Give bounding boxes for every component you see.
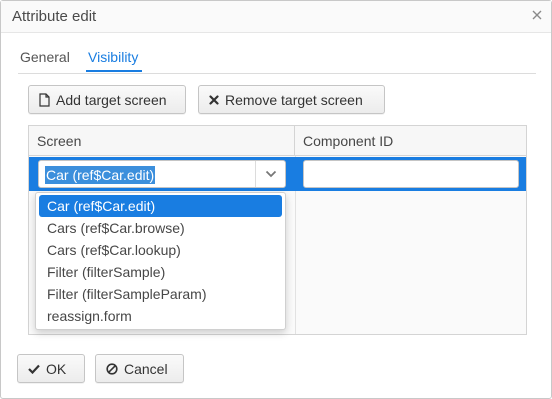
document-icon (39, 92, 50, 107)
dialog-title: Attribute edit (12, 8, 97, 25)
check-icon (28, 364, 40, 374)
table-row[interactable]: Car (ref$Car.edit) (29, 157, 526, 191)
column-header-screen[interactable]: Screen (29, 126, 295, 156)
dropdown-option[interactable]: Filter (filterSampleParam) (39, 283, 282, 305)
close-icon[interactable] (532, 7, 542, 25)
attribute-edit-dialog: Attribute edit General Visibility Add ta… (0, 0, 552, 399)
remove-target-screen-button[interactable]: Remove target screen (198, 85, 385, 114)
dropdown-option[interactable]: Filter (filterSample) (39, 261, 282, 283)
title-bar: Attribute edit (1, 1, 551, 33)
ok-button[interactable]: OK (17, 354, 85, 383)
dropdown-option[interactable]: Cars (ref$Car.lookup) (39, 239, 282, 261)
ban-icon (106, 362, 118, 375)
ok-label: OK (46, 360, 67, 377)
x-icon (209, 94, 219, 105)
tab-divider (18, 73, 536, 74)
screen-dropdown-list: Car (ref$Car.edit) Cars (ref$Car.browse)… (35, 192, 286, 330)
remove-target-screen-label: Remove target screen (225, 91, 363, 108)
column-header-component-id[interactable]: Component ID (295, 126, 526, 156)
tab-bar: General Visibility (18, 41, 538, 73)
cancel-label: Cancel (124, 360, 168, 377)
dropdown-option[interactable]: Cars (ref$Car.browse) (39, 217, 282, 239)
screen-combobox-value[interactable]: Car (ref$Car.edit) (45, 166, 156, 184)
add-target-screen-button[interactable]: Add target screen (28, 85, 186, 114)
dropdown-option[interactable]: Car (ref$Car.edit) (39, 195, 282, 217)
screen-combobox[interactable]: Car (ref$Car.edit) (38, 160, 286, 188)
add-target-screen-label: Add target screen (56, 91, 167, 108)
dropdown-option[interactable]: reassign.form (39, 305, 282, 327)
tab-general[interactable]: General (20, 41, 70, 73)
chevron-down-icon[interactable] (255, 161, 285, 187)
tab-active-indicator (86, 70, 142, 72)
table-header: Screen Component ID (29, 126, 526, 156)
cancel-button[interactable]: Cancel (95, 354, 184, 383)
component-id-input[interactable] (303, 160, 519, 188)
tab-visibility[interactable]: Visibility (88, 41, 138, 73)
